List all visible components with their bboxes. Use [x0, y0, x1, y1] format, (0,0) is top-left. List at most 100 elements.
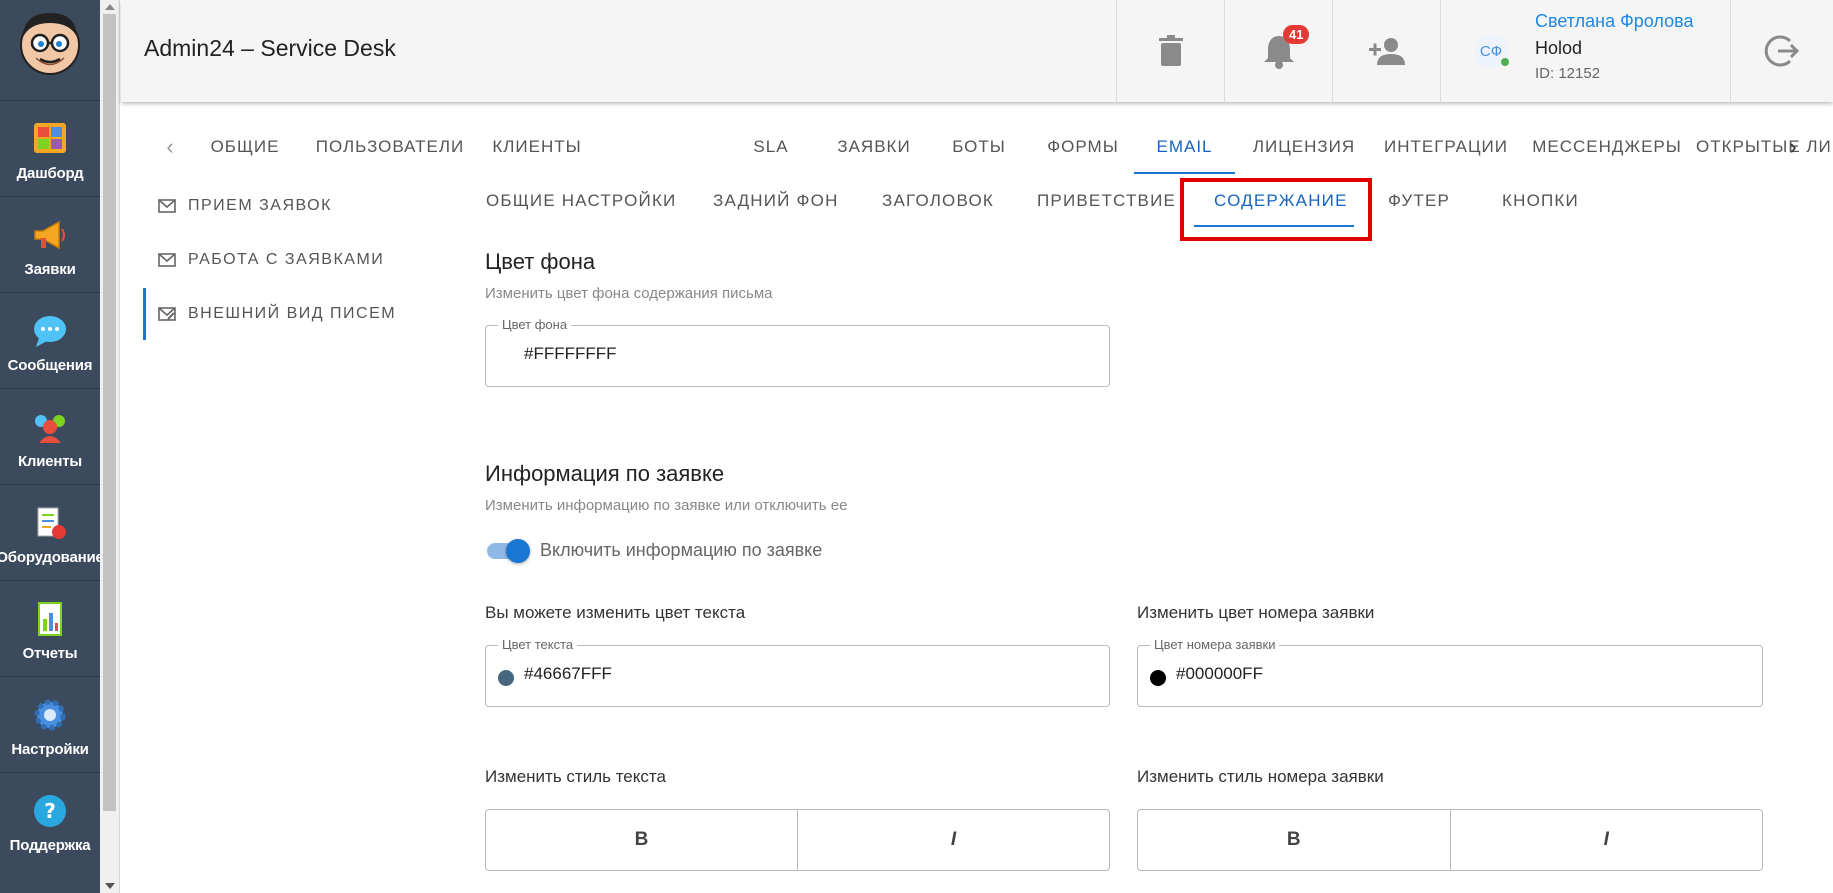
tab-license[interactable]: ЛИЦЕНЗИЯ — [1245, 122, 1363, 174]
user-profile[interactable]: СФ Светлана Фролова Holod ID: 12152 — [1440, 0, 1730, 102]
sidebar-item-support[interactable]: ? Поддержка — [0, 772, 100, 868]
gear-icon — [34, 699, 66, 731]
vertical-scrollbar[interactable] — [100, 0, 120, 893]
number-color-field[interactable]: Цвет номера заявки #000000FF — [1137, 637, 1763, 707]
text-bold-button[interactable]: B — [486, 810, 797, 870]
tab-greeting[interactable]: ПРИВЕТСТВИЕ — [1037, 177, 1176, 227]
sidebar-item-settings[interactable]: Настройки — [0, 676, 100, 772]
sidebar-item-clients[interactable]: Клиенты — [0, 388, 100, 484]
mail-work-icon — [158, 253, 176, 267]
tab-forms[interactable]: ФОРМЫ — [1039, 122, 1127, 174]
sidebar-item-label: Настройки — [11, 741, 89, 758]
logout-icon — [1764, 35, 1800, 67]
equipment-icon — [37, 507, 66, 539]
user-organization: Holod — [1535, 38, 1583, 58]
sub-nav-label: ВНЕШНИЙ ВИД ПИСЕМ — [188, 305, 397, 322]
text-italic-button[interactable]: I — [797, 810, 1109, 870]
field-label: Цвет фона — [498, 317, 572, 332]
tab-general[interactable]: ОБЩИЕ — [191, 122, 299, 174]
app-title: Admin24 – Service Desk — [144, 35, 396, 61]
tab-users[interactable]: ПОЛЬЗОВАТЕЛИ — [304, 122, 476, 174]
info-section-subtitle: Изменить информацию по заявке или отключ… — [485, 497, 848, 514]
info-toggle-switch[interactable] — [506, 539, 530, 563]
text-color-heading: Вы можете изменить цвет текста — [485, 603, 746, 622]
sidebar-item-dashboard[interactable]: Дашборд — [0, 100, 100, 196]
logout-button[interactable] — [1730, 0, 1833, 102]
report-icon — [38, 602, 62, 636]
text-color-field[interactable]: Цвет текста #46667FFF — [485, 637, 1110, 707]
scrollbar-thumb[interactable] — [103, 14, 116, 811]
number-color-swatch[interactable] — [1150, 670, 1166, 686]
tab-buttons[interactable]: КНОПКИ — [1502, 177, 1579, 227]
tab-requests[interactable]: ЗАЯВКИ — [830, 122, 918, 174]
tab-heading[interactable]: ЗАГОЛОВОК — [882, 177, 994, 227]
sidebar-item-label: Сообщения — [7, 357, 93, 374]
top-header: Admin24 – Service Desk 41 СФ Светлана Фр… — [121, 0, 1833, 102]
field-label: Цвет текста — [498, 637, 578, 652]
tab-email[interactable]: EMAIL — [1134, 122, 1235, 174]
help-icon: ? — [34, 795, 66, 827]
clients-icon — [35, 415, 65, 443]
tab-integrations[interactable]: ИНТЕГРАЦИИ — [1376, 122, 1516, 174]
bg-section-subtitle: Изменить цвет фона содержания письма — [485, 285, 773, 302]
user-name[interactable]: Светлана Фролова — [1535, 11, 1693, 32]
sub-nav-label: ПРИЕМ ЗАЯВОК — [188, 197, 332, 214]
number-bold-button[interactable]: B — [1138, 810, 1450, 870]
sidebar-item-label: Отчеты — [22, 645, 78, 662]
tab-background[interactable]: ЗАДНИЙ ФОН — [713, 177, 839, 227]
tab-open-lines[interactable]: ОТКРЫТЫЕ ЛИНИИ — [1696, 122, 1833, 174]
sidebar-item-messages[interactable]: Сообщения — [0, 292, 100, 388]
notification-count-badge: 41 — [1283, 25, 1310, 44]
tab-messengers[interactable]: МЕССЕНДЖЕРЫ — [1531, 122, 1683, 174]
sub-nav-email-appearance[interactable]: ВНЕШНИЙ ВИД ПИСЕМ — [143, 288, 426, 340]
main-tab-bar: ‹ ОБЩИЕ ПОЛЬЗОВАТЕЛИ КЛИЕНТЫ SLA ЗАЯВКИ … — [121, 122, 1833, 174]
toggle-label: Включить информацию по заявке — [540, 540, 823, 560]
sidebar-item-label: Оборудование — [0, 549, 104, 566]
field-label: Цвет номера заявки — [1150, 637, 1280, 652]
add-user-icon — [1368, 38, 1405, 65]
sidebar-item-equipment[interactable]: Оборудование — [0, 484, 104, 580]
number-italic-button[interactable]: I — [1449, 810, 1763, 870]
info-section-title: Информация по заявке — [485, 461, 725, 486]
user-avatar-logo[interactable] — [14, 7, 86, 79]
tabs-scroll-right-icon[interactable]: › — [1781, 135, 1805, 159]
number-color-heading: Изменить цвет номера заявки — [1137, 603, 1375, 622]
tab-footer[interactable]: ФУТЕР — [1388, 177, 1450, 227]
number-color-value[interactable]: #000000FF — [1176, 664, 1263, 684]
tab-general-settings[interactable]: ОБЩИЕ НАСТРОЙКИ — [486, 177, 676, 227]
sub-nav-receive-requests[interactable]: ПРИЕМ ЗАЯВОК — [143, 180, 423, 232]
dashboard-icon — [34, 123, 66, 153]
text-color-value[interactable]: #46667FFF — [524, 664, 612, 684]
bg-section-title: Цвет фона — [485, 249, 596, 274]
mail-edit-icon — [158, 307, 176, 321]
trash-icon — [1158, 35, 1183, 66]
bg-color-field[interactable]: Цвет фона #FFFFFFFF — [485, 317, 1110, 387]
trash-button[interactable] — [1116, 0, 1224, 102]
sidebar-item-requests[interactable]: Заявки — [0, 196, 100, 292]
text-style-heading: Изменить стиль текста — [485, 767, 666, 786]
sidebar-item-label: Дашборд — [16, 165, 84, 182]
sidebar-item-label: Клиенты — [17, 453, 83, 470]
app-sidebar: Дашборд Заявки Сообщения Клиенты Оборудо… — [0, 0, 104, 893]
user-id: ID: 12152 — [1535, 65, 1601, 82]
sub-nav-work-with-requests[interactable]: РАБОТА С ЗАЯВКАМИ — [143, 234, 423, 286]
svg-text:?: ? — [44, 799, 56, 823]
number-style-heading: Изменить стиль номера заявки — [1137, 767, 1384, 786]
bg-color-value[interactable]: #FFFFFFFF — [524, 344, 617, 364]
text-color-swatch[interactable] — [498, 670, 514, 686]
scroll-up-arrow-icon[interactable] — [105, 4, 115, 10]
tab-bots[interactable]: БОТЫ — [939, 122, 1019, 174]
megaphone-icon — [34, 220, 65, 250]
sidebar-item-label: Заявки — [24, 261, 76, 278]
text-style-toggle-group: B I — [485, 809, 1110, 871]
tabs-scroll-left-icon[interactable]: ‹ — [158, 135, 182, 159]
chat-bubble-icon — [34, 316, 66, 347]
sidebar-item-reports[interactable]: Отчеты — [0, 580, 100, 676]
tab-sla[interactable]: SLA — [733, 122, 809, 174]
notifications-button[interactable]: 41 — [1224, 0, 1332, 102]
tab-clients[interactable]: КЛИЕНТЫ — [479, 122, 595, 174]
mail-inbox-icon — [158, 199, 176, 213]
scroll-down-arrow-icon[interactable] — [105, 883, 115, 889]
add-user-button[interactable] — [1332, 0, 1440, 102]
sub-nav-label: РАБОТА С ЗАЯВКАМИ — [188, 251, 385, 268]
